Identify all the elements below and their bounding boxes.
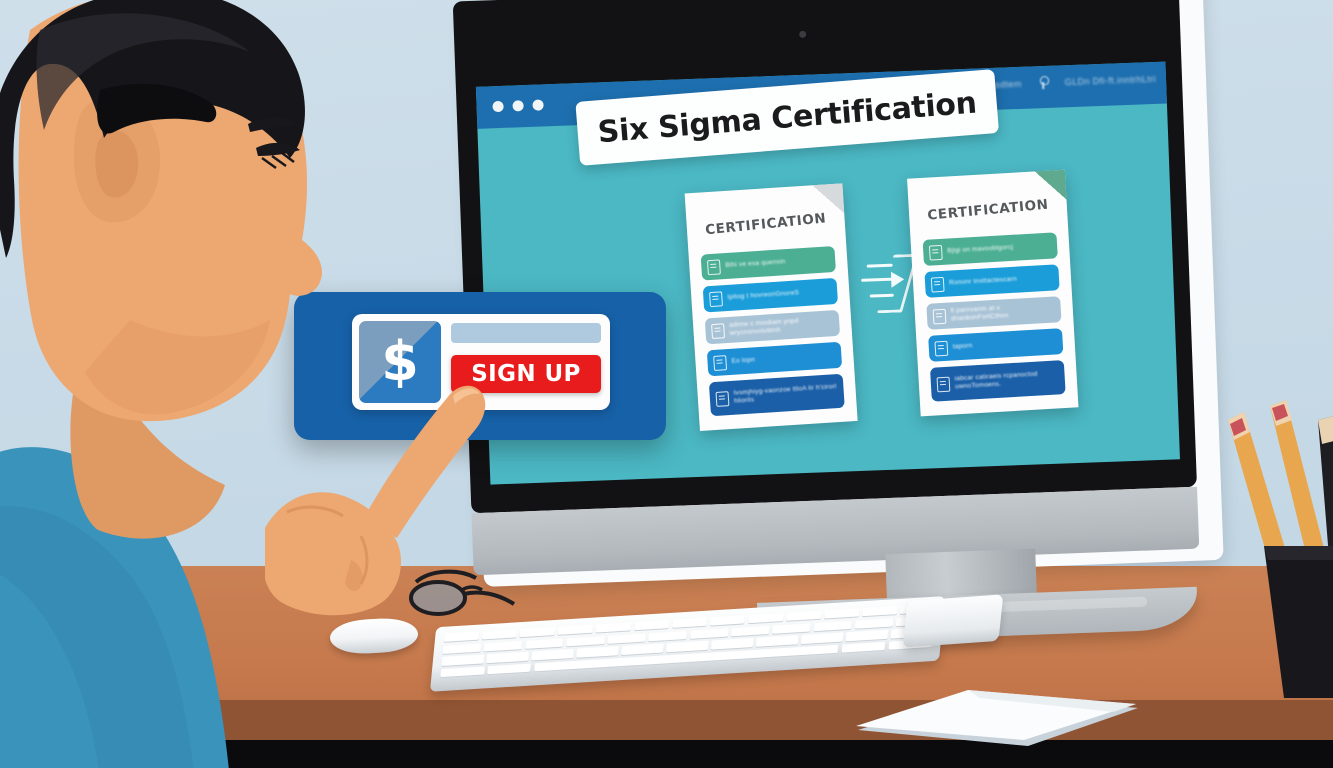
trackpad[interactable] — [902, 594, 1004, 648]
key[interactable] — [854, 617, 894, 629]
pencil-holder[interactable] — [1222, 398, 1333, 728]
key[interactable] — [524, 638, 564, 649]
user-icon[interactable] — [1038, 76, 1049, 89]
webcam-icon — [799, 30, 807, 38]
list-item[interactable]: taporn — [928, 328, 1064, 362]
key[interactable] — [531, 649, 574, 661]
key[interactable] — [519, 627, 556, 638]
pointing-hand — [265, 385, 486, 616]
list-item[interactable]: adnne c miodiam ynpd wrycnsnvnlvbtnh — [704, 309, 841, 345]
index-finger — [363, 385, 486, 538]
key[interactable] — [648, 630, 688, 642]
list-item[interactable]: fi parnvanm at v dnanbonFortCthnn — [926, 296, 1062, 330]
list-icon — [932, 308, 947, 325]
paper-stack[interactable] — [852, 686, 1142, 752]
list-icon — [706, 258, 721, 275]
browser-nav-right[interactable]: Sxsdtem GLDn Dfi-ft.inntrhLtri — [984, 72, 1157, 91]
list-item[interactable]: iabcar catiraeis rcpanoctod uwnoTomoens. — [929, 360, 1066, 402]
document-heading: CERTIFICATION — [704, 210, 828, 239]
illustration-scene: Sxsdtem GLDn Dfi-ft.inntrhLtri Six Sigma… — [0, 0, 1333, 768]
list-item-label: Blhi ve esa quensin — [725, 258, 786, 270]
key[interactable] — [813, 620, 853, 632]
key[interactable] — [772, 622, 811, 634]
key[interactable] — [730, 625, 770, 637]
key[interactable] — [824, 608, 860, 619]
list-item[interactable]: Ipltog t hovreoriGnoreS — [702, 277, 839, 313]
key[interactable] — [841, 641, 886, 653]
list-item-label: iabcar catiraeis rcpanoctod uwnoTomoens. — [954, 370, 1038, 391]
computer-monitor: Sxsdtem GLDn Dfi-ft.inntrhLtri Six Sigma… — [435, 0, 1224, 645]
key[interactable] — [486, 651, 529, 663]
key[interactable] — [576, 646, 619, 658]
list-icon — [934, 340, 949, 356]
list-icon — [713, 354, 728, 371]
list-item[interactable]: Eo lopn — [706, 341, 843, 377]
list-item[interactable]: Bjlgi on mavooblgorcj — [922, 232, 1058, 266]
key[interactable] — [487, 663, 532, 675]
key[interactable] — [481, 629, 518, 640]
key[interactable] — [845, 629, 889, 641]
key[interactable] — [747, 613, 784, 624]
key[interactable] — [595, 622, 632, 633]
window-dot-icon[interactable] — [492, 100, 504, 113]
document-heading: CERTIFICATION — [926, 196, 1050, 224]
key[interactable] — [711, 638, 754, 650]
key[interactable] — [689, 628, 729, 639]
document-row-list: Bjlgi on mavooblgorcj Rononr tnsttactesc… — [922, 232, 1066, 407]
key[interactable] — [633, 620, 670, 631]
cup-rim — [1264, 546, 1333, 560]
window-dot-icon[interactable] — [532, 99, 544, 111]
key[interactable] — [785, 610, 822, 622]
window-dot-icon[interactable] — [512, 100, 524, 112]
list-item[interactable]: Rononr tnsttactescarn — [924, 264, 1060, 298]
list-icon — [711, 322, 726, 339]
certification-document-left[interactable]: CERTIFICATION Blhi ve esa quensin Ipltog… — [684, 183, 858, 432]
key[interactable] — [483, 640, 523, 652]
key[interactable] — [800, 632, 844, 644]
list-item-label: taporn — [952, 342, 973, 351]
list-item-label: Ipltog t hovreoriGnoreS — [727, 289, 800, 301]
transfer-arrow — [860, 251, 919, 314]
list-item-label: Ivsmjhiyg-vaonzoe ttloA lir h'cirorl hli… — [733, 383, 837, 405]
key[interactable] — [671, 617, 708, 629]
key[interactable] — [607, 633, 646, 644]
certification-document-right[interactable]: CERTIFICATION Bjlgi on mavooblgorcj Rono… — [907, 169, 1079, 417]
key[interactable] — [621, 643, 664, 655]
document-row-list: Blhi ve esa quensin Ipltog t hovreoriGno… — [700, 245, 846, 422]
list-icon — [936, 376, 951, 392]
key[interactable] — [862, 606, 898, 617]
list-icon — [928, 244, 943, 261]
key[interactable] — [566, 635, 605, 647]
list-item[interactable]: Ivsmjhiyg-vaonzoe ttloA lir h'cirorl hli… — [708, 373, 845, 417]
page-title: Six Sigma Certification — [596, 85, 978, 150]
key[interactable] — [666, 640, 709, 652]
list-icon — [709, 290, 723, 307]
key[interactable] — [557, 624, 594, 636]
arrow-line — [866, 263, 893, 268]
list-item-label: Eo lopn — [731, 356, 756, 365]
key[interactable] — [756, 635, 799, 647]
nav-account-label[interactable]: GLDn Dfi-ft.inntrhLtri — [1065, 73, 1157, 86]
list-item-label: fi parnvanm at v dnanbonFortCthnn — [950, 304, 1009, 323]
window-controls[interactable] — [492, 99, 544, 113]
list-item[interactable]: Blhi ve esa quensin — [700, 245, 836, 281]
cup-body — [1264, 546, 1333, 698]
key[interactable] — [709, 615, 746, 626]
list-icon — [930, 276, 945, 293]
card-strip — [451, 323, 601, 343]
list-item-label: Bjlgi on mavooblgorcj — [947, 243, 1014, 255]
list-item-label: adnne c miodiam ynpd wrycnsnvnlvbtnh — [728, 317, 799, 337]
list-icon — [715, 390, 730, 407]
list-item-label: Rononr tnsttactescarn — [948, 275, 1018, 287]
